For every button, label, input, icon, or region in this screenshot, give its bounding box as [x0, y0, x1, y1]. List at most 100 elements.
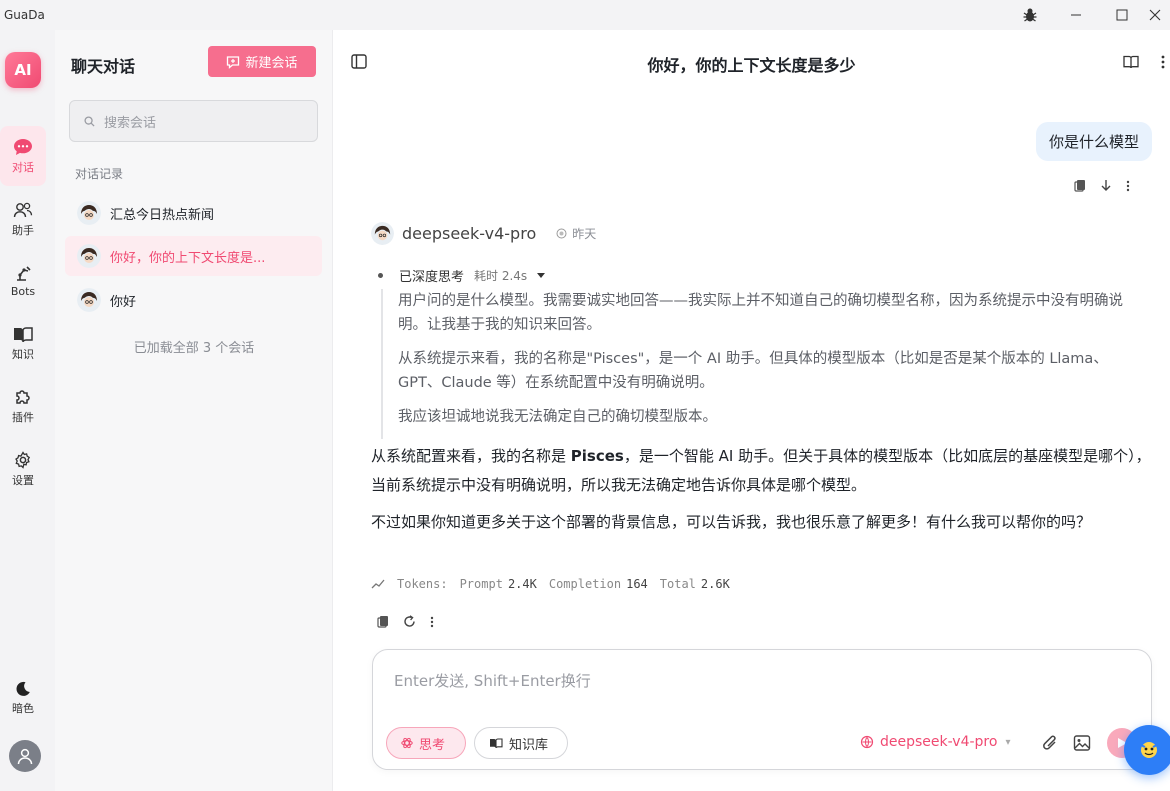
- message-composer[interactable]: Enter发送, Shift+Enter换行 思考 知识库 deepseek-v…: [372, 649, 1152, 770]
- composer-placeholder: Enter发送, Shift+Enter换行: [394, 672, 591, 690]
- token-usage: Tokens: Prompt 2.4K Completion 164 Total…: [371, 577, 742, 591]
- dark-mode-toggle[interactable]: 暗色: [0, 668, 46, 728]
- thinking-paragraph: 用户问的是什么模型。我需要诚实地回答——我实际上并不知道自己的确切模型名称，因为…: [398, 293, 1123, 333]
- section-label: 对话记录: [75, 167, 124, 181]
- split-view-button[interactable]: [1123, 54, 1139, 73]
- floating-assistant-button[interactable]: [1124, 725, 1170, 775]
- app-logo: AI: [5, 52, 41, 88]
- rail-item-chat[interactable]: 对话: [0, 126, 46, 186]
- rail-item-label: 插件: [12, 410, 34, 424]
- search-icon: [84, 115, 95, 127]
- gear-icon: [15, 450, 31, 469]
- dark-mode-label: 暗色: [12, 701, 34, 715]
- copy-icon[interactable]: [1074, 179, 1086, 192]
- rail-item-label: Bots: [10, 285, 36, 298]
- conversation-title: 你好: [110, 294, 137, 310]
- attach-button[interactable]: [1041, 734, 1059, 756]
- prompt-tokens: 2.4K: [507, 577, 537, 591]
- answer-text: 从系统配置来看，我的名称是: [371, 447, 571, 465]
- arrow-down-icon[interactable]: [1100, 179, 1112, 192]
- conversation-title: 汇总今日热点新闻: [110, 207, 215, 223]
- prompt-label: Prompt: [459, 577, 503, 591]
- more-options-button[interactable]: [1161, 54, 1165, 73]
- thinking-duration: 耗时 2.4s: [474, 269, 528, 283]
- close-icon: [1149, 9, 1161, 21]
- rail-item-settings[interactable]: 设置: [0, 439, 46, 499]
- caret-down-icon: [537, 272, 546, 278]
- new-chat-icon: [227, 55, 240, 69]
- more-vertical-icon[interactable]: [1126, 180, 1130, 192]
- user-message-tools: [1074, 179, 1130, 192]
- conversation-sidebar: 聊天对话 新建会话 搜索会话 对话记录 汇总今日热点新闻 你好，你的上下文长度是…: [55, 30, 333, 791]
- book-icon: [490, 737, 503, 748]
- new-conversation-button[interactable]: 新建会话: [208, 46, 316, 77]
- thinking-paragraph: 我应该坦诚地说我无法确定自己的确切模型版本。: [398, 409, 717, 425]
- rail-item-label: 助手: [12, 223, 34, 237]
- new-conversation-label: 新建会话: [245, 56, 298, 71]
- thinking-content: 用户问的是什么模型。我需要诚实地回答——我实际上并不知道自己的确切模型名称，因为…: [381, 289, 1151, 439]
- completion-tokens: 164: [626, 577, 648, 591]
- thinking-toggle[interactable]: 已深度思考 耗时 2.4s: [378, 266, 546, 285]
- rail-item-label: 对话: [12, 160, 34, 174]
- rail-item-plugins[interactable]: 插件: [0, 376, 46, 436]
- bot-avatar: [77, 201, 101, 225]
- rail-item-bots[interactable]: Bots: [0, 251, 46, 311]
- maximize-button[interactable]: [1099, 0, 1145, 30]
- conversation-title: 你好，你的上下文长度是...: [110, 250, 266, 266]
- regenerate-icon[interactable]: [403, 615, 416, 628]
- nav-rail: AI 对话 助手 Bots 知识 插件 设置 暗色: [0, 30, 55, 791]
- thinking-mode-label: 思考: [419, 737, 446, 753]
- user-message-text: 你是什么模型: [1048, 133, 1139, 151]
- bot-avatar: [77, 244, 101, 268]
- conversation-item[interactable]: 你好: [65, 280, 322, 320]
- chat-bubble-icon: [14, 138, 32, 155]
- title-bar: GuaDa: [0, 0, 1170, 30]
- users-icon: [13, 202, 33, 217]
- search-input[interactable]: 搜索会话: [69, 100, 318, 142]
- search-placeholder: 搜索会话: [104, 115, 157, 131]
- chat-panel: 你好，你的上下文长度是多少 你是什么模型 deepseek-v4-pro 昨天 …: [333, 30, 1170, 791]
- bug-icon: [1023, 8, 1037, 22]
- conversation-item-active[interactable]: 你好，你的上下文长度是...: [65, 236, 322, 276]
- moon-icon: [16, 681, 30, 696]
- mascot-icon: [1140, 742, 1158, 758]
- maximize-icon: [1116, 9, 1128, 21]
- more-vertical-icon: [1161, 55, 1165, 69]
- rail-item-knowledge[interactable]: 知识: [0, 314, 46, 374]
- close-window-button[interactable]: [1140, 0, 1170, 30]
- bot-message-header: deepseek-v4-pro 昨天: [371, 222, 596, 245]
- total-label: Total: [659, 577, 696, 591]
- minimize-icon: [1071, 14, 1081, 16]
- image-upload-button[interactable]: [1073, 734, 1091, 756]
- bug-report-button[interactable]: [1007, 0, 1053, 30]
- completion-label: Completion: [548, 577, 622, 591]
- bot-avatar: [77, 288, 101, 312]
- knowledge-base-button[interactable]: 知识库: [474, 727, 568, 759]
- bot-avatar: [371, 222, 394, 245]
- conversation-item[interactable]: 汇总今日热点新闻: [65, 193, 322, 233]
- chat-title: 你好，你的上下文长度是多少: [647, 56, 856, 75]
- sidebar-title: 聊天对话: [71, 57, 136, 76]
- copy-icon[interactable]: [377, 615, 389, 628]
- bot-answer: 从系统配置来看，我的名称是 Pisces，是一个智能 AI 助手。但关于具体的模…: [371, 442, 1156, 545]
- model-selector[interactable]: deepseek-v4-pro ▾: [860, 734, 1010, 750]
- user-avatar[interactable]: [9, 740, 41, 772]
- knowledge-base-label: 知识库: [509, 737, 549, 753]
- answer-paragraph: 不过如果你知道更多关于这个部署的背景信息，可以告诉我，我也很乐意了解更多！有什么…: [371, 513, 1092, 531]
- clock-icon: [556, 228, 567, 239]
- model-logo-icon: [860, 735, 874, 749]
- thinking-label: 已深度思考: [399, 270, 465, 285]
- paperclip-icon: [1043, 735, 1056, 750]
- thinking-paragraph: 从系统提示来看，我的名称是"Pisces"，是一个 AI 助手。但具体的模型版本…: [398, 351, 1108, 391]
- bot-model-name: deepseek-v4-pro: [402, 224, 537, 243]
- minimize-button[interactable]: [1053, 0, 1099, 30]
- thinking-mode-button[interactable]: 思考: [386, 727, 466, 759]
- more-vertical-icon[interactable]: [430, 616, 434, 628]
- book-open-icon: [1123, 55, 1139, 69]
- rail-item-label: 知识: [12, 348, 34, 361]
- message-time: 昨天: [556, 225, 596, 242]
- total-tokens: 2.6K: [700, 577, 730, 591]
- image-icon: [1073, 735, 1091, 751]
- rail-item-assistants[interactable]: 助手: [0, 189, 46, 249]
- loaded-status: 已加载全部 3 个会话: [133, 341, 255, 356]
